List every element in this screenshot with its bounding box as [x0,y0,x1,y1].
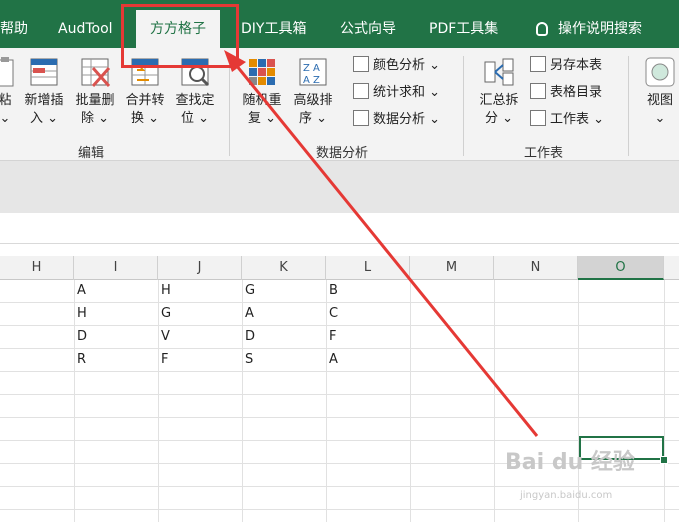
arrow-head [224,50,246,72]
watermark-url: jingyan.baidu.com [520,490,613,501]
arrow-shaft [230,59,539,437]
watermark-logo: Bai du 经验 [505,450,635,475]
